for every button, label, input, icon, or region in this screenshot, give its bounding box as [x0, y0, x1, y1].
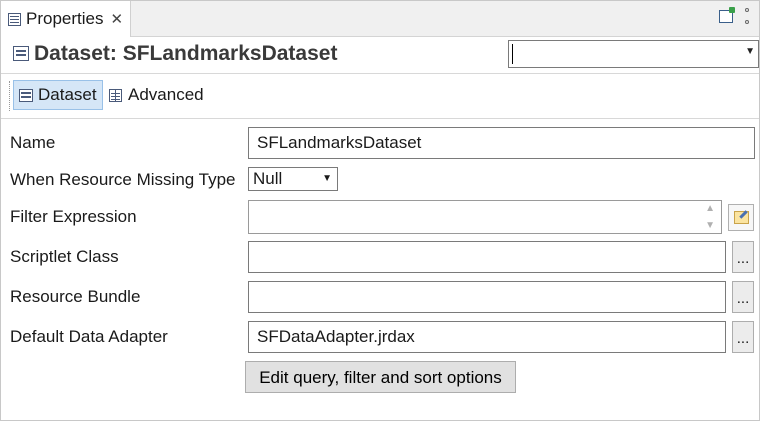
default-adapter-field[interactable]: SFDataAdapter.jrdax [248, 321, 726, 353]
scriptlet-class-label: Scriptlet Class [10, 247, 119, 266]
new-window-icon[interactable] [719, 6, 735, 23]
default-adapter-label: Default Data Adapter [10, 327, 168, 346]
toolbar-grip [9, 81, 11, 111]
tab-properties[interactable]: Properties ✕ [1, 1, 131, 37]
default-adapter-browse-button[interactable]: ... [732, 321, 754, 353]
chevron-down-icon: ▼ [745, 46, 755, 57]
tab-dataset-label: Dataset [38, 85, 97, 104]
scroll-down-icon[interactable]: ▼ [705, 220, 715, 231]
properties-icon [8, 12, 21, 26]
element-dropdown[interactable]: ▼ [508, 40, 759, 68]
resource-missing-label: When Resource Missing Type [10, 170, 236, 189]
title-row: Dataset: SFLandmarksDataset ▼ [1, 37, 759, 73]
properties-view: Properties ✕ Dataset: SFLandmarksDataset… [0, 0, 760, 421]
name-field[interactable]: SFLandmarksDataset [248, 127, 755, 159]
view-tab-strip: Properties ✕ [1, 1, 759, 37]
page-title: Dataset: SFLandmarksDataset [34, 42, 338, 65]
scriptlet-class-field[interactable] [248, 241, 726, 273]
scroll-up-icon[interactable]: ▲ [705, 203, 715, 214]
section-tabs: Dataset Advanced [1, 74, 759, 118]
expression-editor-button[interactable] [728, 204, 754, 231]
tab-label: Properties [26, 9, 104, 28]
grid-icon [109, 88, 122, 102]
tab-dataset[interactable]: Dataset [13, 80, 103, 110]
filter-expression-field[interactable]: ▲ ▼ [248, 200, 722, 234]
filter-expression-label: Filter Expression [10, 207, 137, 226]
dataset-icon [13, 46, 29, 61]
view-menu-icon[interactable] [745, 8, 749, 24]
divider [1, 118, 759, 119]
dataset-icon [19, 88, 33, 102]
name-label: Name [10, 133, 56, 152]
tab-advanced[interactable]: Advanced [104, 80, 209, 110]
scriptlet-class-browse-button[interactable]: ... [732, 241, 754, 273]
resource-bundle-field[interactable] [248, 281, 726, 313]
chevron-down-icon: ▼ [322, 173, 332, 184]
close-icon[interactable]: ✕ [110, 10, 123, 28]
tab-advanced-label: Advanced [128, 85, 204, 104]
resource-bundle-browse-button[interactable]: ... [732, 281, 754, 313]
resource-missing-select[interactable]: Null ▼ [248, 167, 338, 191]
edit-query-button[interactable]: Edit query, filter and sort options [245, 361, 516, 393]
resource-bundle-label: Resource Bundle [10, 287, 141, 306]
